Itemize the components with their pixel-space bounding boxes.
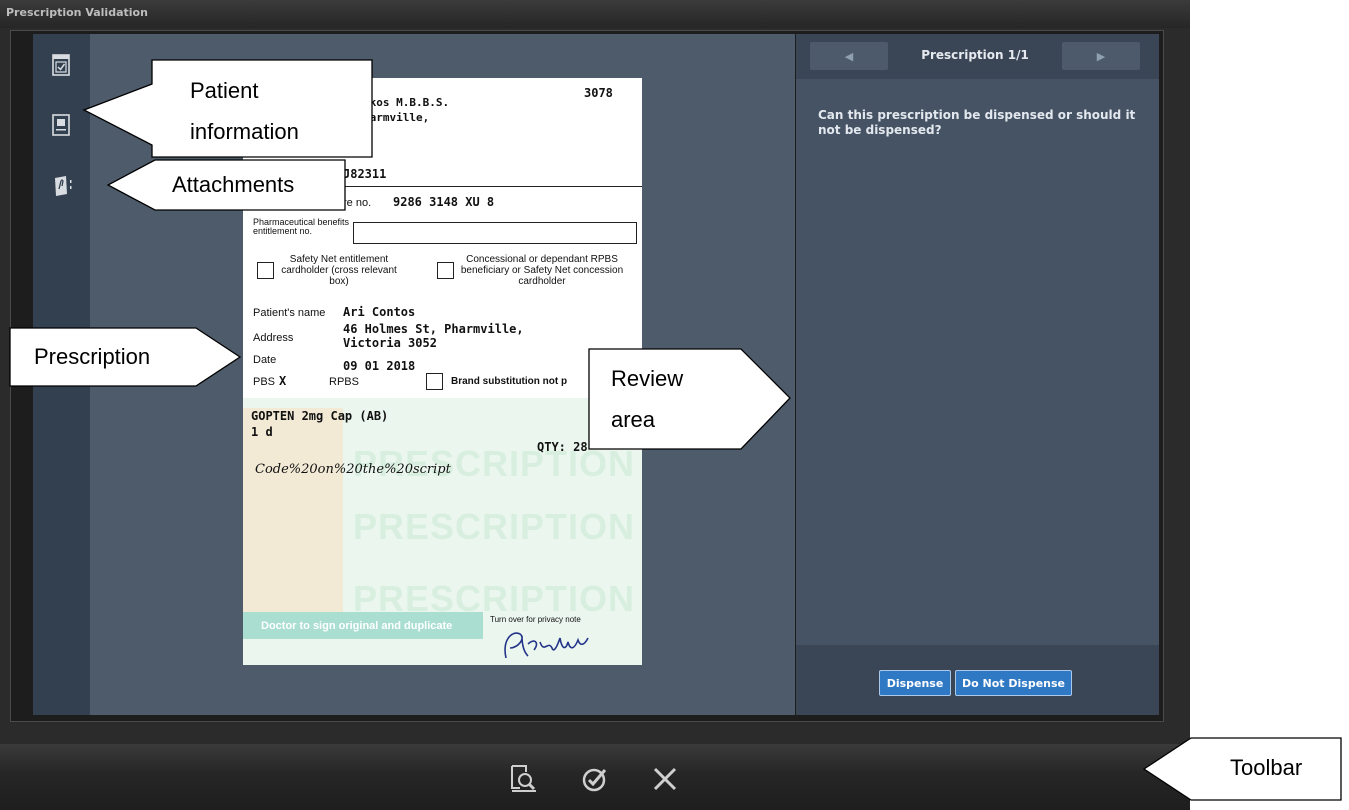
prescription-counter: Prescription 1/1 [921, 48, 1029, 62]
address-line2: Victoria 3052 [343, 336, 437, 350]
code-line: Code%20on%20the%20script [255, 462, 451, 477]
signature [488, 620, 608, 665]
title-bar: Prescription Validation [0, 0, 1190, 28]
dispense-button[interactable]: Dispense [879, 670, 951, 696]
watermark: PRESCRIPTION [353, 506, 636, 547]
brand-substitution-checkbox [426, 373, 443, 390]
do-not-dispense-button[interactable]: Do Not Dispense [955, 670, 1072, 696]
next-prescription-button[interactable]: ▶ [1062, 42, 1140, 70]
drug-name: GOPTEN 2mg Cap (AB) [251, 409, 389, 423]
prescription-checklist-icon[interactable] [51, 54, 71, 76]
medicare-label: re no. [343, 197, 372, 209]
prescriber-name: ikos M.B.B.S. [363, 96, 450, 109]
callout-attachments-label: Attachments [172, 172, 295, 197]
prescription-document: PRESCRIPTION PRESCRIPTION PRESCRIPTION 3… [243, 78, 642, 665]
doctor-sign-box: Doctor to sign original and duplicate [243, 612, 483, 639]
concessional-label: Concessional or dependant RPBS beneficia… [460, 254, 624, 287]
prescriber-number: 3078 [584, 86, 613, 100]
doctor-sign-label: Doctor to sign original and duplicate [261, 619, 453, 632]
concessional-checkbox [437, 262, 454, 279]
safety-net-checkbox [257, 262, 274, 279]
pbs-label: PBS [253, 376, 276, 388]
callout-patient-information-line1: Patient [190, 78, 259, 103]
window-title: Prescription Validation [6, 6, 148, 19]
address-label: Address [253, 332, 294, 344]
benefits-number-box [353, 222, 637, 244]
address-line1: 46 Holmes St, Pharmville, [343, 322, 524, 336]
drug-dose: 1 d [251, 425, 273, 439]
callout-review-area-line1: Review [611, 366, 684, 391]
close-icon[interactable] [648, 762, 682, 796]
pbs-mark: X [279, 374, 287, 388]
attachments-icon[interactable] [51, 174, 72, 196]
callout-prescription-label: Prescription [34, 344, 151, 369]
prescriber-town: harmville, [363, 111, 430, 124]
previous-prescription-button[interactable]: ◀ [810, 42, 888, 70]
patient-name-label: Patient's name [253, 307, 326, 319]
drug-quantity: QTY: 28 [537, 440, 588, 454]
date-label: Date [253, 354, 277, 366]
rpbs-label: RPBS [329, 376, 359, 388]
pharmacist-stripe [243, 408, 343, 615]
review-question: Can this prescription be dispensed or sh… [818, 108, 1136, 137]
brand-substitution-label: Brand substitution not p [451, 376, 568, 387]
preview-search-icon[interactable] [506, 762, 540, 796]
callout-patient-information-line2: information [190, 119, 299, 144]
callout-review-area-line2: area [611, 407, 656, 432]
patient-name: Ari Contos [343, 305, 416, 319]
medicare-number: 9286 3148 XU 8 [393, 195, 495, 209]
callout-toolbar-label: Toolbar [1230, 755, 1303, 780]
benefits-label: Pharmaceutical benefits entitlement no. [253, 217, 350, 236]
icon-rail [33, 34, 90, 715]
prescriber-code: J82311 [343, 167, 387, 181]
safety-net-label: Safety Net entitlement cardholder (cross… [281, 254, 397, 287]
approve-check-icon[interactable] [578, 762, 612, 796]
patient-information-icon[interactable] [51, 114, 71, 136]
divider [243, 186, 642, 187]
date-value: 09 01 2018 [343, 359, 416, 373]
